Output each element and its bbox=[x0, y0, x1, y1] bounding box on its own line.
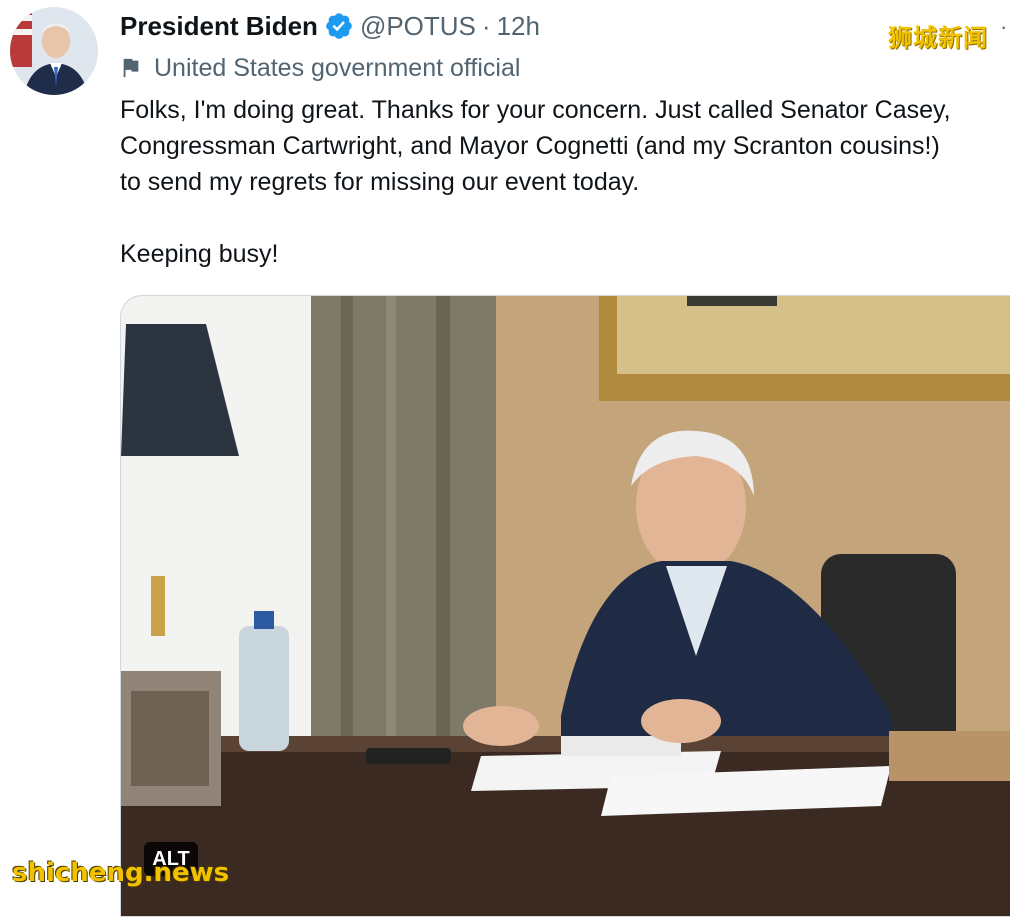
header-separator: · bbox=[481, 10, 491, 41]
watermark-bottom: shicheng.news bbox=[12, 858, 230, 888]
tweet-text-line: to send my regrets for missing our event… bbox=[120, 168, 640, 196]
author-name[interactable]: President Biden bbox=[120, 11, 318, 42]
affiliation-text: United States government official bbox=[154, 53, 521, 82]
author-avatar[interactable] bbox=[10, 7, 98, 95]
affiliation-label: United States government official bbox=[120, 52, 520, 84]
verified-badge-icon bbox=[326, 13, 352, 39]
tweet-text-closing: Keeping busy! bbox=[120, 240, 279, 268]
tweet-header: President Biden @POTUS · 12h bbox=[120, 8, 540, 44]
tweet-text: Folks, I'm doing great. Thanks for your … bbox=[120, 92, 1010, 272]
author-handle[interactable]: @POTUS bbox=[360, 11, 476, 42]
tweet-text-line: Folks, I'm doing great. Thanks for your … bbox=[120, 96, 951, 124]
tweet-photo[interactable] bbox=[120, 295, 1010, 917]
photo-illustration bbox=[121, 296, 1010, 916]
tweet-timestamp[interactable]: 12h bbox=[497, 11, 540, 42]
flag-icon bbox=[123, 58, 139, 78]
watermark-top: 狮城新闻 bbox=[888, 25, 988, 52]
tweet-text-line: Congressman Cartwright, and Mayor Cognet… bbox=[120, 132, 940, 160]
more-options-icon[interactable]: · bbox=[1000, 14, 1007, 40]
